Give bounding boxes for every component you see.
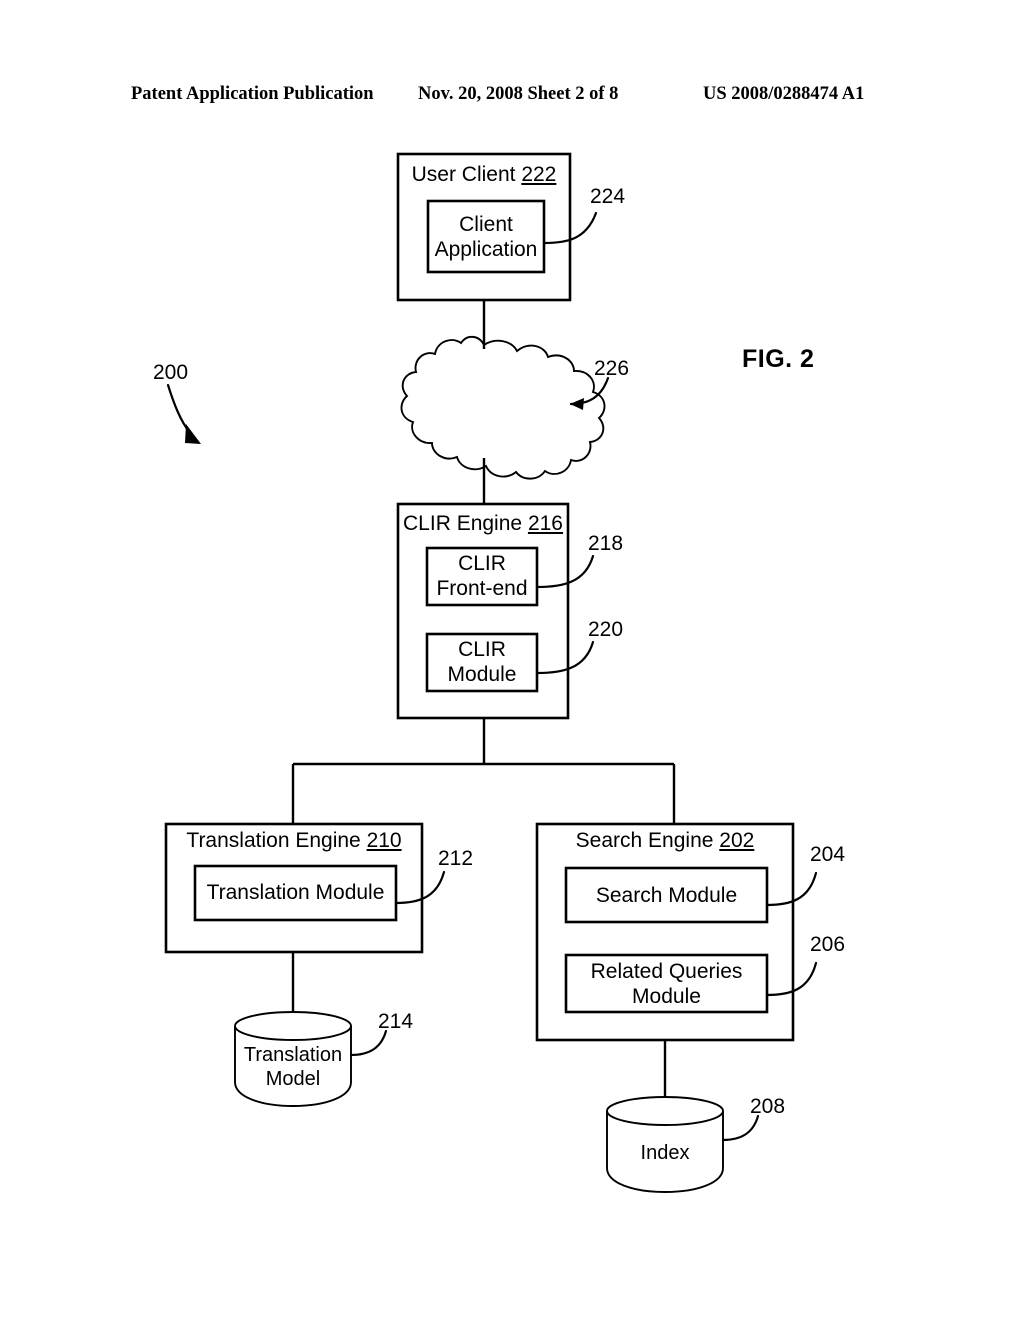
translation-model-line1: Translation: [243, 1044, 343, 1066]
node-translation-engine-title: Translation Engine 210: [166, 829, 422, 853]
ref-224: 224: [590, 185, 626, 208]
node-user-client-title: User Client 222: [398, 163, 570, 187]
leader-200-arrowhead: [185, 424, 201, 444]
node-index-text: Index: [607, 1141, 723, 1165]
node-search-engine-ref: 202: [719, 829, 755, 852]
client-application-line2: Application: [434, 238, 538, 261]
node-clir-engine-label: CLIR Engine: [403, 512, 523, 535]
node-clir-module-text: CLIR Module: [427, 637, 537, 687]
leader-214: [349, 1029, 388, 1057]
ref-206: 206: [810, 933, 846, 956]
node-clir-engine-title: CLIR Engine 216: [398, 512, 568, 536]
ref-200: 200: [153, 361, 189, 384]
ref-208: 208: [750, 1095, 786, 1118]
node-search-engine-label: Search Engine: [575, 829, 714, 852]
related-queries-line1: Related Queries: [590, 960, 743, 983]
ref-214: 214: [378, 1010, 414, 1033]
node-search-module-text: Search Module: [566, 883, 767, 908]
leader-208: [721, 1114, 760, 1142]
ref-226: 226: [594, 357, 630, 380]
translation-module-line1: Translation Module: [206, 881, 385, 904]
translation-model-line2: Model: [265, 1068, 321, 1090]
node-clir-front-end-text: CLIR Front-end: [427, 551, 537, 601]
patent-drawing-page: Patent Application Publication Nov. 20, …: [0, 0, 1024, 1320]
node-translation-model-text: Translation Model: [235, 1043, 351, 1091]
node-user-client-label: User Client: [411, 163, 516, 186]
ref-218: 218: [588, 532, 624, 555]
index-line1: Index: [640, 1142, 690, 1164]
node-translation-module-text: Translation Module: [195, 880, 396, 905]
ref-204: 204: [810, 843, 846, 866]
node-search-engine-title: Search Engine 202: [537, 829, 793, 853]
client-application-line1: Client: [459, 213, 513, 236]
clir-module-line2: Module: [447, 663, 517, 686]
ref-212: 212: [438, 847, 474, 870]
node-clir-engine-ref: 216: [527, 512, 563, 535]
related-queries-line2: Module: [632, 985, 701, 1008]
ref-220: 220: [588, 618, 624, 641]
node-network-cloud: [400, 335, 606, 480]
clir-front-end-line2: Front-end: [436, 577, 528, 600]
node-client-application-text: Client Application: [428, 212, 544, 262]
search-module-line1: Search Module: [595, 884, 738, 907]
leader-226-arrowhead: [570, 398, 584, 410]
clir-module-line1: CLIR: [458, 638, 506, 661]
node-user-client-ref: 222: [521, 163, 557, 186]
clir-front-end-line1: CLIR: [458, 552, 506, 575]
node-related-queries-module-text: Related Queries Module: [566, 959, 767, 1009]
node-translation-engine-ref: 210: [366, 829, 402, 852]
node-translation-engine-label: Translation Engine: [186, 829, 361, 852]
